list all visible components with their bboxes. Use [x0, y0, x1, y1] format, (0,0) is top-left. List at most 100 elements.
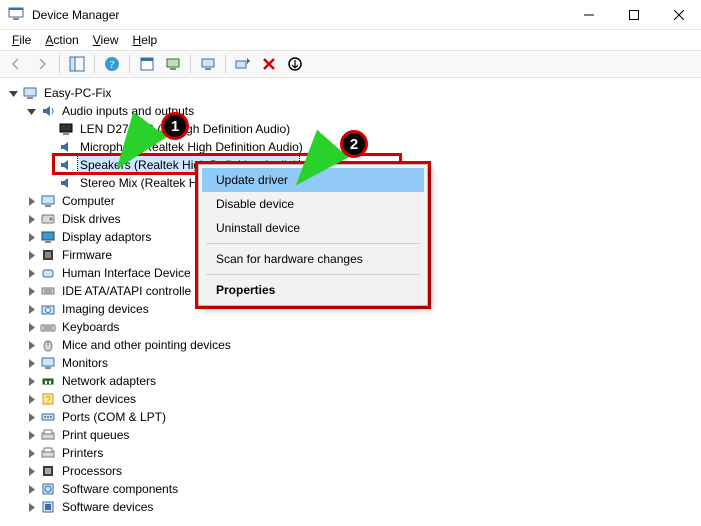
- tree-node-label: Print queues: [60, 426, 131, 444]
- ctx-uninstall-device[interactable]: Uninstall device: [202, 216, 424, 240]
- enable-button[interactable]: [283, 53, 307, 75]
- toolbar: ?: [0, 50, 701, 78]
- scan-hardware-button[interactable]: [231, 53, 255, 75]
- category-icon: [40, 211, 56, 227]
- expand-icon[interactable]: [24, 338, 38, 352]
- toolbar-separator: [190, 55, 191, 73]
- tree-node-label: Mice and other pointing devices: [60, 336, 233, 354]
- tree-node[interactable]: Software devices: [4, 498, 697, 516]
- ctx-scan-hardware[interactable]: Scan for hardware changes: [202, 247, 424, 271]
- titlebar: Device Manager: [0, 0, 701, 30]
- category-icon: [40, 373, 56, 389]
- expand-icon[interactable]: [24, 230, 38, 244]
- expand-icon[interactable]: [24, 104, 38, 118]
- properties-icon-button[interactable]: [135, 53, 159, 75]
- category-icon: [40, 463, 56, 479]
- toolbar-separator: [225, 55, 226, 73]
- ctx-properties[interactable]: Properties: [202, 278, 424, 302]
- tree-node-label: Monitors: [60, 354, 110, 372]
- expand-icon[interactable]: [24, 302, 38, 316]
- tree-node[interactable]: Processors: [4, 462, 697, 480]
- minimize-button[interactable]: [566, 0, 611, 30]
- tree-node-audio[interactable]: Audio inputs and outputs: [4, 102, 697, 120]
- monitor-icon-button[interactable]: [196, 53, 220, 75]
- help-button[interactable]: ?: [100, 53, 124, 75]
- tree-leaf-microphone[interactable]: Microphon (Realtek High Definition Audio…: [4, 138, 697, 156]
- category-icon: [40, 409, 56, 425]
- expand-icon[interactable]: [6, 86, 20, 100]
- expand-icon[interactable]: [24, 266, 38, 280]
- tree-node[interactable]: Ports (COM & LPT): [4, 408, 697, 426]
- tree-node[interactable]: Monitors: [4, 354, 697, 372]
- tree-node-label: IDE ATA/ATAPI controlle: [60, 282, 193, 300]
- tree-leaf-len[interactable]: LEN D27-20B ( A High Definition Audio): [4, 120, 697, 138]
- tree-node-label: Firmware: [60, 246, 114, 264]
- ctx-separator: [206, 274, 420, 275]
- category-icon: ?: [40, 391, 56, 407]
- expand-icon[interactable]: [24, 212, 38, 226]
- toolbar-separator: [59, 55, 60, 73]
- tree-node-label: Disk drives: [60, 210, 123, 228]
- tree-node-label: Other devices: [60, 390, 138, 408]
- expand-icon[interactable]: [24, 482, 38, 496]
- expand-icon[interactable]: [24, 428, 38, 442]
- tree-node-label: Computer: [60, 192, 117, 210]
- category-icon: [40, 427, 56, 443]
- uninstall-button[interactable]: [257, 53, 281, 75]
- toolbar-separator: [129, 55, 130, 73]
- expand-icon[interactable]: [24, 356, 38, 370]
- tree-node-label: Processors: [60, 462, 124, 480]
- show-tree-button[interactable]: [65, 53, 89, 75]
- context-menu: Update driver Disable device Uninstall d…: [198, 164, 428, 306]
- menu-help[interactable]: Help: [127, 31, 164, 49]
- expand-icon[interactable]: [24, 248, 38, 262]
- expand-icon[interactable]: [24, 284, 38, 298]
- expand-icon[interactable]: [24, 320, 38, 334]
- tree-node[interactable]: Printers: [4, 444, 697, 462]
- expand-icon[interactable]: [24, 500, 38, 514]
- menu-view[interactable]: View: [87, 31, 125, 49]
- tree-node[interactable]: ?Other devices: [4, 390, 697, 408]
- tree-node[interactable]: Print queues: [4, 426, 697, 444]
- monitor-icon: [58, 121, 74, 137]
- category-icon: [40, 265, 56, 281]
- expand-icon[interactable]: [24, 194, 38, 208]
- computer-icon: [22, 85, 38, 101]
- tree-root[interactable]: Easy-PC-Fix: [4, 84, 697, 102]
- update-icon-button[interactable]: [161, 53, 185, 75]
- menubar: File Action View Help: [0, 30, 701, 50]
- tree-node-label: Audio inputs and outputs: [60, 102, 196, 120]
- expand-icon[interactable]: [24, 392, 38, 406]
- tree-node-label: Printers: [60, 444, 105, 462]
- expand-icon[interactable]: [24, 410, 38, 424]
- ctx-update-driver[interactable]: Update driver: [202, 168, 424, 192]
- category-icon: [40, 355, 56, 371]
- menu-file[interactable]: File: [6, 31, 37, 49]
- close-button[interactable]: [656, 0, 701, 30]
- tree-node[interactable]: Software components: [4, 480, 697, 498]
- tree-leaf-label: Stereo Mix (Realtek H: [78, 174, 199, 192]
- speaker-icon: [58, 139, 74, 155]
- category-icon: [40, 499, 56, 515]
- menu-action[interactable]: Action: [39, 31, 84, 49]
- tree-node[interactable]: Network adapters: [4, 372, 697, 390]
- tree-node-label: Software components: [60, 480, 180, 498]
- forward-button[interactable]: [30, 53, 54, 75]
- category-icon: [40, 319, 56, 335]
- tree-node-label: Software devices: [60, 498, 155, 516]
- expand-icon[interactable]: [24, 374, 38, 388]
- tree-node-label: Keyboards: [60, 318, 121, 336]
- tree-root-label: Easy-PC-Fix: [42, 84, 113, 102]
- maximize-button[interactable]: [611, 0, 656, 30]
- category-icon: [40, 481, 56, 497]
- category-icon: [40, 445, 56, 461]
- tree-node-label: Display adaptors: [60, 228, 153, 246]
- expand-icon[interactable]: [24, 464, 38, 478]
- expand-icon[interactable]: [24, 446, 38, 460]
- tree-node[interactable]: Mice and other pointing devices: [4, 336, 697, 354]
- speaker-icon: [58, 175, 74, 191]
- tree-node[interactable]: Keyboards: [4, 318, 697, 336]
- back-button[interactable]: [4, 53, 28, 75]
- ctx-disable-device[interactable]: Disable device: [202, 192, 424, 216]
- tree-node-label: Ports (COM & LPT): [60, 408, 168, 426]
